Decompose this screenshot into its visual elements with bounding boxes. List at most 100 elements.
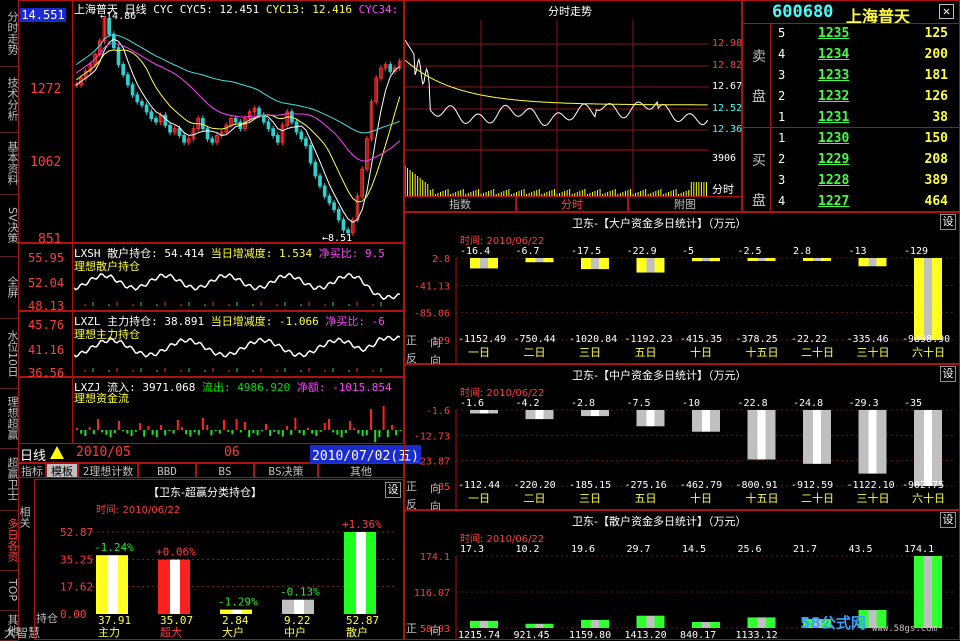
mid-chart: -1.6-12.73-23.87-35正 向反 向-1.6-112.44一日-4.2… <box>406 398 954 510</box>
retail-side-label: 正 <box>406 622 417 635</box>
flow-bar <box>344 430 347 433</box>
side-tab-strip: 分时走势 技术分析 基本资料 SV决策 全屏 水位10日 理想超赢 超赢卫士 多… <box>0 0 19 641</box>
retail-bar <box>488 620 498 628</box>
ind-line <box>74 335 401 358</box>
minute-tab-subchart[interactable]: 附图 <box>628 196 742 212</box>
mid-day-label: 十五日 <box>746 491 779 505</box>
minute-tab-minute[interactable]: 分时 <box>516 196 628 212</box>
side-tab-fundamental[interactable]: 基本资料 <box>0 132 19 195</box>
tab-bbd[interactable]: BBD <box>138 463 196 478</box>
mid-bar <box>702 410 710 432</box>
ask-row[interactable]: 4 1234 200 <box>746 44 956 65</box>
holdings-bar-right <box>180 559 190 614</box>
retail-bar <box>765 617 776 628</box>
mid-y-label: -12.73 <box>414 431 450 442</box>
candle <box>304 138 308 147</box>
retail-top-value: 21.7 <box>793 544 817 555</box>
candle <box>168 124 172 133</box>
tab-bs-decision[interactable]: BS决策 <box>254 463 318 478</box>
tab-ideal-count[interactable]: 2理想计数 <box>78 463 138 478</box>
mid-bottom-value: -275.16 <box>625 480 667 491</box>
side-tab-fullscreen[interactable]: 全屏 <box>0 256 19 319</box>
tab-other[interactable]: 其他 <box>318 463 404 478</box>
candle <box>111 33 116 49</box>
big-top-value: -16.4 <box>460 246 490 257</box>
retail-bar <box>543 623 554 628</box>
flow-bar <box>370 409 372 430</box>
candle <box>275 134 280 143</box>
side-tab-related[interactable]: 相关 <box>18 506 32 528</box>
ask-row[interactable]: 1 1231 38 <box>746 107 956 128</box>
minute-avg-line <box>405 59 708 106</box>
tab-indicator[interactable]: 指标 <box>18 463 46 478</box>
holdings-y-label: 0.00 <box>60 608 87 621</box>
big-bottom-value: -335.46 <box>847 334 889 345</box>
kline-y-axis-line <box>72 0 73 243</box>
holdings-bar-left <box>96 555 108 614</box>
side-tab-ideal[interactable]: 理想超赢 <box>0 388 19 449</box>
ind1-header-c: 净买比: 9.5 <box>318 247 385 260</box>
big-bar <box>924 258 932 340</box>
minute-tab-index[interactable]: 指数 <box>404 196 516 212</box>
big-bar <box>591 258 599 270</box>
flow-bar <box>391 425 393 430</box>
mid-top-value: -4.2 <box>516 398 540 409</box>
candle <box>346 229 350 234</box>
side-tab-minute[interactable]: 分时走势 <box>0 0 19 67</box>
retail-bar <box>470 620 480 628</box>
mid-top-value: -35 <box>904 398 922 409</box>
mid-bar <box>932 410 942 486</box>
stock-code: 600680 <box>772 2 834 22</box>
big-side-label: 向 <box>430 335 441 349</box>
holdings-time: 时间: 2010/06/22 <box>96 505 181 516</box>
retail-bar <box>747 617 758 628</box>
flow-bar <box>353 428 356 430</box>
candle <box>182 134 186 143</box>
mid-bottom-value: -912.59 <box>791 480 833 491</box>
flow-bar <box>357 430 360 434</box>
ask-row[interactable]: 5 1235 125 <box>746 23 956 44</box>
ind1-y-2: 52.04 <box>28 276 65 290</box>
flow-bar <box>311 430 314 434</box>
mid-bar <box>914 410 924 486</box>
flow-bar <box>147 426 150 430</box>
candle <box>318 175 322 187</box>
candle <box>121 64 126 76</box>
retail-bar <box>480 620 488 628</box>
mid-day-label: 二日 <box>524 492 546 505</box>
side-tab-guard[interactable]: 超赢卫士 <box>0 448 19 511</box>
flow-bar <box>227 430 230 432</box>
flow-bar <box>365 430 368 436</box>
tab-bs[interactable]: BS <box>196 463 254 478</box>
flow-bar <box>277 430 280 435</box>
holdings-bar-mid <box>294 599 304 614</box>
side-tab-technical[interactable]: 技术分析 <box>0 66 19 133</box>
big-bar <box>636 258 647 273</box>
ask-row[interactable]: 3 1233 181 <box>746 65 956 86</box>
ob-volume: 150 <box>924 131 948 146</box>
bid-row[interactable]: 1 1230 150 <box>746 128 956 149</box>
mid-bar <box>654 410 665 427</box>
flow-bar <box>239 430 242 433</box>
flow-bar <box>134 430 137 432</box>
bid-row[interactable]: 3 1228 389 <box>746 170 956 191</box>
big-bar <box>654 258 665 273</box>
side-tab-sv[interactable]: SV决策 <box>0 194 19 257</box>
big-y-label: -85.06 <box>414 309 450 320</box>
close-icon[interactable]: ✕ <box>939 4 954 19</box>
ind1-y-1: 55.95 <box>28 251 65 265</box>
bid-row[interactable]: 2 1229 208 <box>746 149 956 170</box>
ask-row[interactable]: 2 1232 126 <box>746 86 956 107</box>
cyc-long-line <box>76 34 400 134</box>
holdings-change: -0.13% <box>280 586 320 599</box>
candle <box>201 118 205 130</box>
minute-title: 分时走势 <box>548 5 592 18</box>
side-tab-top[interactable]: TOP <box>0 570 19 611</box>
bid-row[interactable]: 4 1227 464 <box>746 191 956 212</box>
period-label[interactable]: 日线 <box>20 445 46 464</box>
holdings-settings-button[interactable]: 设 <box>385 482 401 498</box>
tab-template[interactable]: 模板 <box>46 463 78 478</box>
side-tab-water[interactable]: 水位10日 <box>0 318 19 389</box>
retail-bar <box>924 556 932 628</box>
mid-bar <box>803 410 813 464</box>
